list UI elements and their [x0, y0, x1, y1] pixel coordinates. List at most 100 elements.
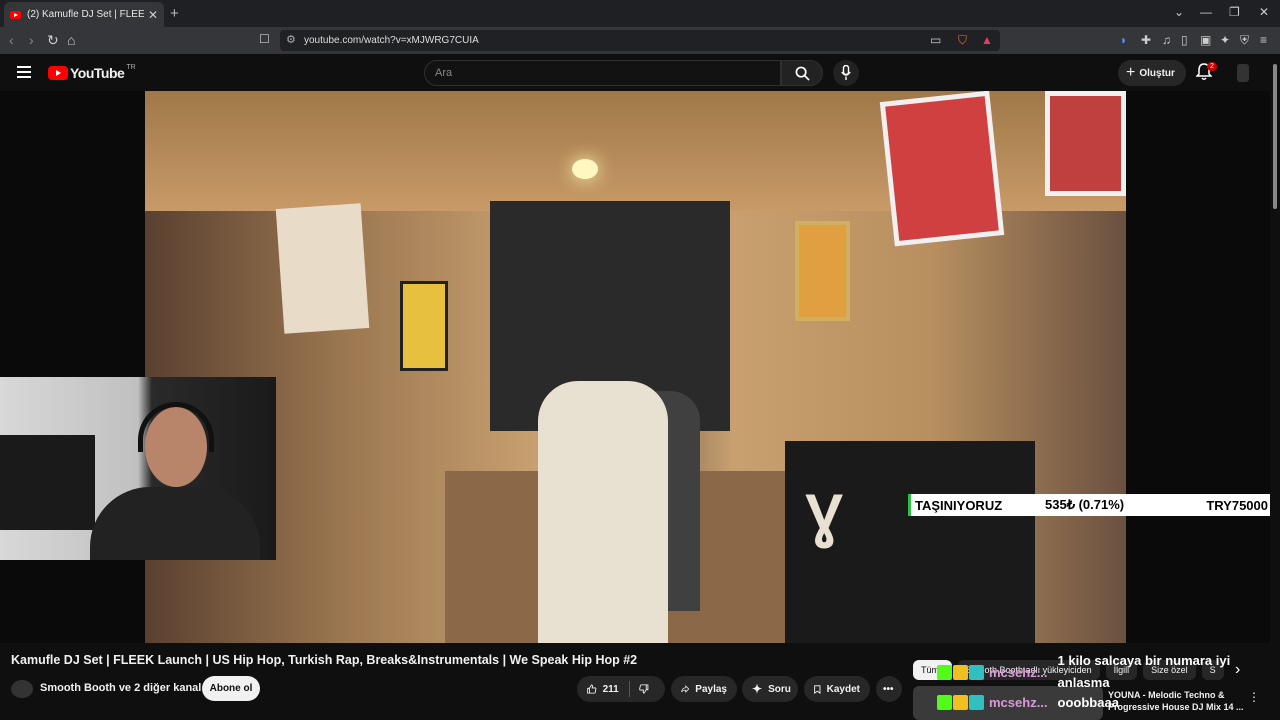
channel-name[interactable]: Smooth Booth ve 2 diğer kanal: [40, 682, 201, 694]
tab-title: (2) Kamufle DJ Set | FLEEK Launch: [27, 9, 144, 20]
save-icon: [814, 684, 821, 694]
scrollbar-thumb[interactable]: [1273, 64, 1277, 209]
home-icon[interactable]: ⌂: [67, 32, 75, 48]
dislike-icon[interactable]: [639, 682, 649, 696]
share-icon: [681, 685, 690, 693]
like-icon[interactable]: [587, 682, 597, 696]
crown-badge-icon: [953, 664, 968, 680]
wallet-icon[interactable]: ▣: [1200, 33, 1211, 47]
scene-lamp: [572, 159, 598, 179]
create-label: Oluştur: [1139, 67, 1175, 79]
chat-badges: [937, 695, 985, 710]
donation-ticker: TAŞINIYORUZ 535₺ (0.71%) TRY75000: [908, 494, 1272, 516]
scene-painting-small: [795, 221, 850, 321]
webcam-overlay: [0, 377, 276, 560]
minimize-icon[interactable]: —: [1200, 5, 1212, 19]
chat-badges: [937, 664, 985, 680]
voice-search-button[interactable]: [833, 60, 859, 86]
scene-merch-stand: Ɣ: [785, 441, 1035, 643]
more-actions-button[interactable]: •••: [876, 676, 902, 702]
more-icon: •••: [883, 683, 894, 695]
url-field[interactable]: ⚙ youtube.com/watch?v=xMJWRG7CUIA: [280, 30, 1000, 51]
search-icon: [795, 66, 810, 81]
search-button[interactable]: [781, 60, 823, 86]
sub-badge-icon: [969, 695, 984, 710]
youtube-play-icon: [48, 66, 68, 80]
leo-icon[interactable]: ◗: [1120, 33, 1127, 47]
share-button[interactable]: Paylaş: [671, 676, 737, 702]
site-info-icon[interactable]: ⚙: [286, 33, 296, 46]
video-player[interactable]: Ɣ TAŞINIYORUZ 535₺ (0.71%) TRY75000: [0, 91, 1272, 643]
sub-badge-icon: [969, 664, 984, 680]
chat-message: mcsehz... ooobbaaa: [937, 695, 1119, 710]
channel-avatar[interactable]: [11, 680, 33, 698]
tab-search-icon[interactable]: ⌄: [1174, 5, 1184, 19]
forward-icon[interactable]: ›: [29, 32, 34, 48]
address-bar: ‹ › ↻ ⌂ ☐ ⚙ youtube.com/watch?v=xMJWRG7C…: [0, 27, 1280, 54]
sidebar-icon[interactable]: ▯: [1181, 33, 1188, 47]
vpn-icon[interactable]: ⛨: [1240, 33, 1249, 48]
subscribe-button[interactable]: Abone ol: [202, 676, 260, 701]
search-input[interactable]: Ara: [424, 60, 781, 86]
like-count[interactable]: 211: [603, 684, 619, 695]
page-scrollbar[interactable]: [1270, 54, 1280, 720]
kick-badge-icon: [937, 664, 952, 680]
ask-button[interactable]: ✦ Soru: [742, 676, 798, 702]
microphone-icon: [841, 65, 851, 80]
create-button[interactable]: + Oluştur: [1118, 60, 1186, 86]
scene-person-light: [538, 381, 668, 643]
back-icon[interactable]: ‹: [9, 32, 14, 48]
youtube-header: YouTube TR Ara + Oluştur 2: [0, 54, 1280, 91]
chat-text: 1 kilo salcaya bir numara iyi anlasma: [1057, 653, 1231, 690]
logo-wordmark: YouTube: [70, 65, 125, 81]
scene-poster-small: [400, 281, 448, 371]
reload-icon[interactable]: ↻: [47, 32, 59, 49]
region-code: TR: [126, 63, 136, 71]
guide-menu-icon[interactable]: [17, 66, 31, 78]
close-window-icon[interactable]: ✕: [1259, 5, 1269, 19]
scene-painting-right: [1045, 91, 1126, 196]
chat-username: mcsehz...: [989, 664, 1048, 680]
headphones: [138, 402, 214, 452]
youtube-logo[interactable]: YouTube TR: [48, 63, 136, 81]
maximize-icon[interactable]: ❐: [1229, 5, 1240, 19]
ticker-label: TAŞINIYORUZ: [915, 497, 1003, 513]
plus-icon: +: [1126, 64, 1136, 81]
chat-username: mcsehz...: [989, 695, 1048, 710]
cast-icon[interactable]: ▭: [930, 33, 941, 47]
ai-icon[interactable]: ✦: [1220, 33, 1230, 47]
share-label: Paylaş: [695, 683, 727, 695]
url-text: youtube.com/watch?v=xMJWRG7CUIA: [304, 35, 479, 46]
brave-shield-icon[interactable]: ⛉: [958, 33, 967, 48]
ticker-total: TRY75000: [1206, 497, 1268, 513]
video-title: Kamufle DJ Set | FLEEK Launch | US Hip H…: [11, 653, 638, 667]
new-tab-icon[interactable]: +: [170, 5, 179, 22]
account-avatar[interactable]: [1237, 64, 1249, 82]
sparkle-icon: ✦: [752, 682, 763, 696]
scene-painting: [879, 91, 1005, 247]
kick-badge-icon: [937, 695, 952, 710]
ticker-change: 535₺ (0.71%): [1045, 497, 1125, 512]
scene-poster: [275, 203, 370, 334]
save-label: Kaydet: [826, 683, 860, 695]
chat-message: mcsehz... 1 kilo salcaya bir numara iyi …: [937, 650, 1248, 694]
browser-tab[interactable]: (2) Kamufle DJ Set | FLEEK Launch ✕: [4, 2, 164, 27]
video-frame: Ɣ: [145, 91, 1126, 643]
chat-text: ooobbaaa: [1057, 695, 1119, 710]
menu-icon[interactable]: ≡: [1260, 33, 1267, 47]
like-divider: [628, 681, 630, 697]
notification-badge: 2: [1207, 62, 1217, 71]
bookmark-icon[interactable]: ☐: [259, 32, 270, 46]
ask-label: Soru: [768, 683, 791, 695]
media-icon[interactable]: ♫: [1162, 33, 1171, 47]
save-button[interactable]: Kaydet: [804, 676, 870, 702]
browser-tab-bar: (2) Kamufle DJ Set | FLEEK Launch ✕ + ⌄ …: [0, 0, 1280, 27]
close-tab-icon[interactable]: ✕: [148, 8, 158, 22]
extensions-icon[interactable]: ✚: [1141, 33, 1151, 47]
crown-badge-icon: [953, 695, 968, 710]
stand-logo: Ɣ: [805, 482, 844, 549]
webcam-tv: [0, 435, 95, 530]
brave-rewards-icon[interactable]: ▲: [981, 33, 993, 47]
like-dislike-group: 211: [577, 676, 665, 702]
recommendation-more-icon[interactable]: ⋮: [1248, 690, 1260, 704]
